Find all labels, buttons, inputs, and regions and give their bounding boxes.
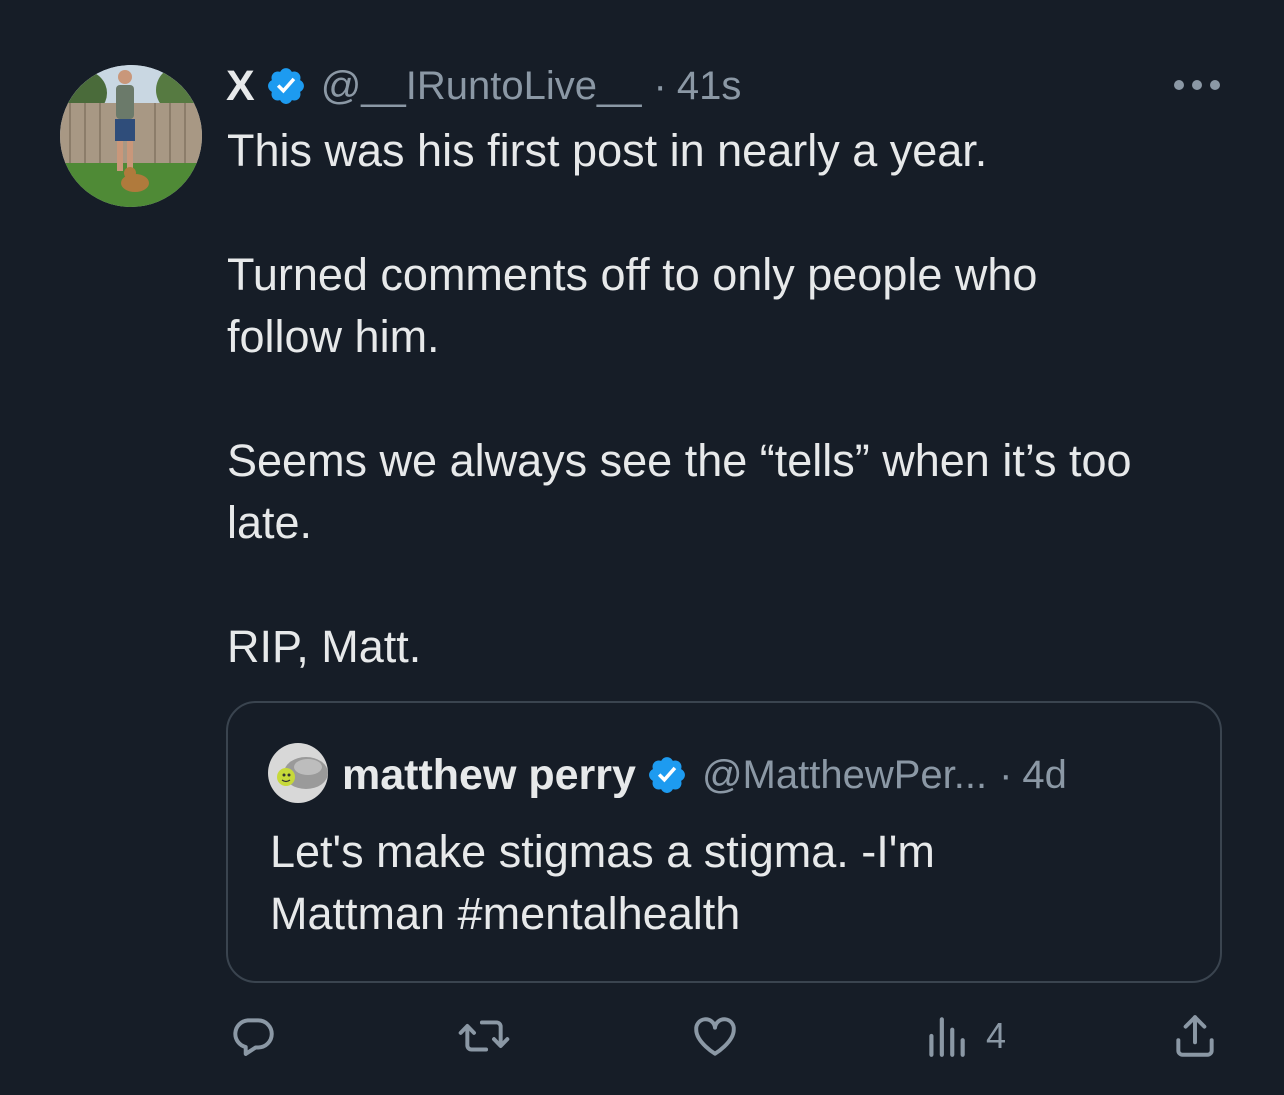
share-button[interactable] [1170,1008,1220,1064]
quoted-tweet-header: matthew perry @MatthewPer... · 4d [342,747,1067,803]
quoted-text-line: Mattman #mentalhealth [270,888,741,939]
more-icon[interactable] [1170,70,1224,100]
views-count: 4 [986,1015,1007,1056]
tweet-paragraph: Turned comments off to only people who f… [227,249,1038,362]
tweet-paragraph: This was his first post in nearly a year… [227,125,988,176]
quoted-text-line: Let's make stigmas a stigma. -I'm [270,826,935,877]
like-icon [694,1017,736,1056]
views-button[interactable]: 4 [924,1008,1006,1064]
action-bar: 4 [0,1008,1284,1068]
quoted-author-handle[interactable]: @MatthewPer... [702,753,987,798]
retweet-button[interactable] [455,1008,513,1064]
tweet-paragraph: Seems we always see the “tells” when it’… [227,435,1132,548]
author-avatar[interactable] [60,65,202,207]
share-icon [1176,1015,1214,1057]
retweet-icon [458,1020,510,1052]
reply-button[interactable] [228,1008,278,1064]
verified-badge-icon [265,65,307,107]
verified-badge-icon [646,754,688,796]
tweet[interactable]: X @__IRuntoLive__ · 41s This was his fir… [0,0,1284,1095]
tweet-text: This was his first post in nearly a year… [227,120,1227,678]
quoted-tweet-text: Let's make stigmas a stigma. -I'm Mattma… [270,821,1170,945]
quoted-author-avatar[interactable] [268,743,328,803]
separator-dot: · [999,752,1013,797]
views-icon [929,1017,965,1057]
author-display-name[interactable]: X [226,62,255,111]
quoted-tweet-timestamp[interactable]: 4d [1022,753,1067,798]
tweet-timestamp[interactable]: 41s [677,64,742,109]
tweet-paragraph: RIP, Matt. [227,621,422,672]
separator-dot: · [653,63,667,108]
like-button[interactable] [690,1008,740,1064]
reply-icon [233,1018,274,1056]
quoted-author-display-name[interactable]: matthew perry [342,751,636,800]
tweet-header: X @__IRuntoLive__ · 41s [226,58,741,114]
author-handle[interactable]: @__IRuntoLive__ [321,64,642,109]
quoted-tweet[interactable]: matthew perry @MatthewPer... · 4d Let's … [226,701,1222,983]
